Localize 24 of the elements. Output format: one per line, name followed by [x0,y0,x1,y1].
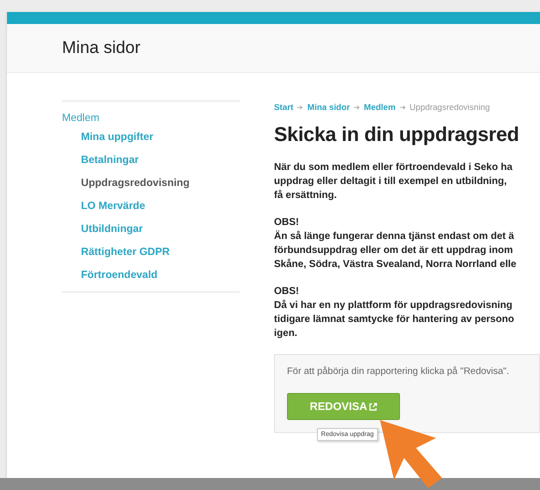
external-link-icon [369,402,378,410]
sidebar-item[interactable]: LO Mervärde [81,200,146,212]
page-heading: Skicka in din uppdragsred [274,124,520,147]
breadcrumb-link[interactable]: Mina sidor [307,102,350,112]
sidebar-section-link[interactable]: Medlem [62,112,100,124]
paragraph: OBS! Än så länge fungerar denna tjänst endast om det ä förbundsuppdrag eller om det är ett uppdrag inom Skåne, Södra, Västra Svealand, Norra Norrland elle [274,216,516,272]
sidebar-item[interactable]: Utbildningar [81,223,143,235]
sidebar-item[interactable]: Rättigheter GDPR [81,246,170,258]
redovisa-button[interactable]: REDOVISA [287,393,400,420]
paragraph: OBS! Då vi har en ny plattform för uppdragsredovisning tidigare lämnat samtycke för hantering av persono igen. [274,285,514,341]
breadcrumb-link[interactable]: Start [274,102,294,112]
cursor-arrow-icon [378,418,444,490]
sidebar-item[interactable]: Mina uppgifter [81,131,154,143]
arrow-icon [354,104,360,110]
arrow-icon [400,104,406,110]
sidebar-item[interactable]: Förtroendevald [81,269,158,281]
sidebar-item[interactable]: Betalningar [81,154,139,166]
sidebar-item[interactable]: Uppdragsredovisning [81,177,190,189]
arrow-icon [297,104,304,110]
breadcrumb-link[interactable]: Uppdragsredovisning [410,102,490,112]
site-title: Mina sidor [62,38,140,58]
paragraph: När du som medlem eller förtroendevald i Seko ha uppdrag eller deltagit i till exempel en utbildning, få ersättning. [274,161,512,203]
breadcrumb-link[interactable]: Medlem [364,102,396,112]
notice-text: För att påbörja din rapportering klicka på "Redovisa". [287,366,510,377]
